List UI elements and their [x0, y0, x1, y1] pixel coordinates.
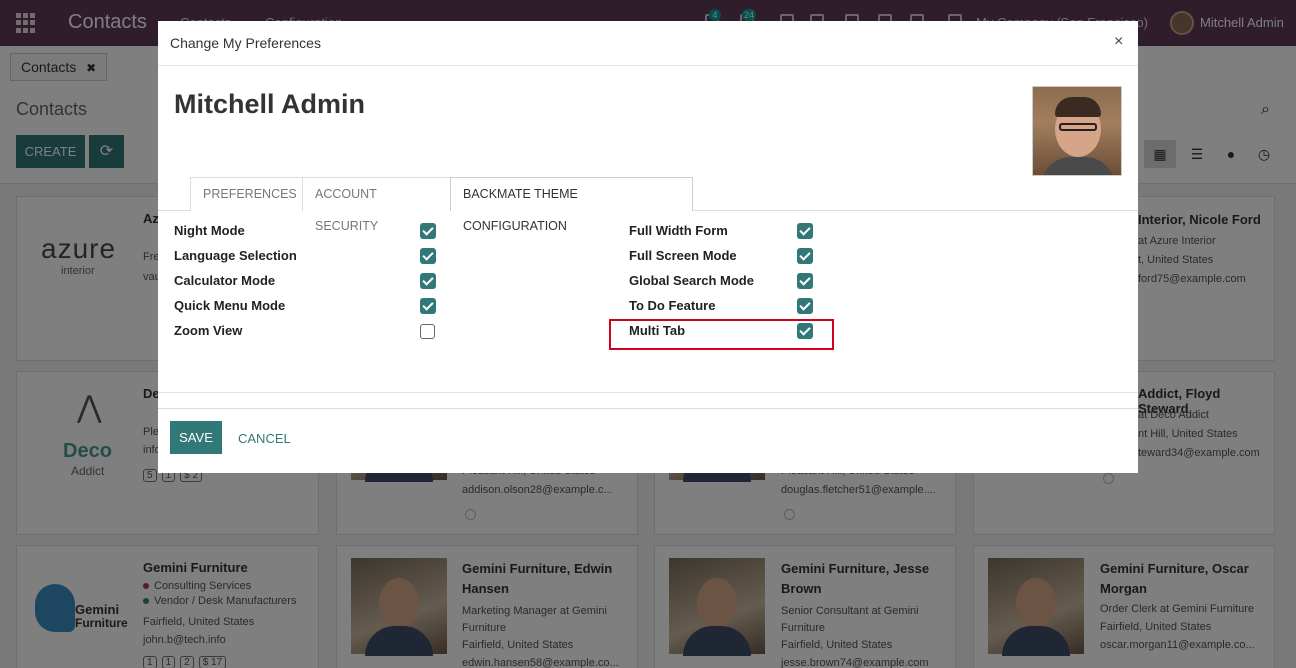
label-language-selection: Language Selection: [174, 248, 297, 263]
user-name-heading: Mitchell Admin: [174, 89, 366, 119]
zoom-view-checkbox[interactable]: [420, 324, 435, 339]
full-screen-mode-checkbox[interactable]: [797, 248, 813, 264]
cancel-button[interactable]: CANCEL: [238, 431, 291, 446]
calculator-mode-checkbox[interactable]: [420, 273, 436, 289]
full-width-form-checkbox[interactable]: [797, 223, 813, 239]
dialog-header: Change My Preferences ×: [158, 21, 1138, 66]
divider: [158, 392, 1138, 393]
dialog-title: Change My Preferences: [170, 35, 321, 51]
close-icon[interactable]: ×: [1114, 33, 1123, 51]
label-full-screen-mode: Full Screen Mode: [629, 248, 737, 263]
preferences-dialog: Change My Preferences × Mitchell Admin P…: [158, 21, 1138, 473]
label-calculator-mode: Calculator Mode: [174, 273, 276, 288]
tab-backmate-theme-configuration[interactable]: BACKMATE THEME CONFIGURATION: [450, 177, 693, 233]
language-selection-checkbox[interactable]: [420, 248, 436, 264]
tab-preferences[interactable]: PREFERENCES: [190, 177, 303, 211]
quick-menu-mode-checkbox[interactable]: [420, 298, 436, 314]
tab-account-security[interactable]: ACCOUNT SECURITY: [302, 177, 451, 233]
label-to-do-feature: To Do Feature: [629, 298, 716, 313]
label-zoom-view: Zoom View: [174, 323, 243, 338]
night-mode-checkbox[interactable]: [420, 223, 436, 239]
save-button[interactable]: SAVE: [170, 421, 222, 454]
user-photo[interactable]: [1032, 86, 1122, 176]
label-global-search-mode: Global Search Mode: [629, 273, 754, 288]
to-do-feature-checkbox[interactable]: [797, 298, 813, 314]
multi-tab-highlight: [609, 319, 834, 350]
label-full-width-form: Full Width Form: [629, 223, 728, 238]
label-night-mode: Night Mode: [174, 223, 245, 238]
global-search-mode-checkbox[interactable]: [797, 273, 813, 289]
label-quick-menu-mode: Quick Menu Mode: [174, 298, 286, 313]
footer-divider: [158, 408, 1138, 409]
